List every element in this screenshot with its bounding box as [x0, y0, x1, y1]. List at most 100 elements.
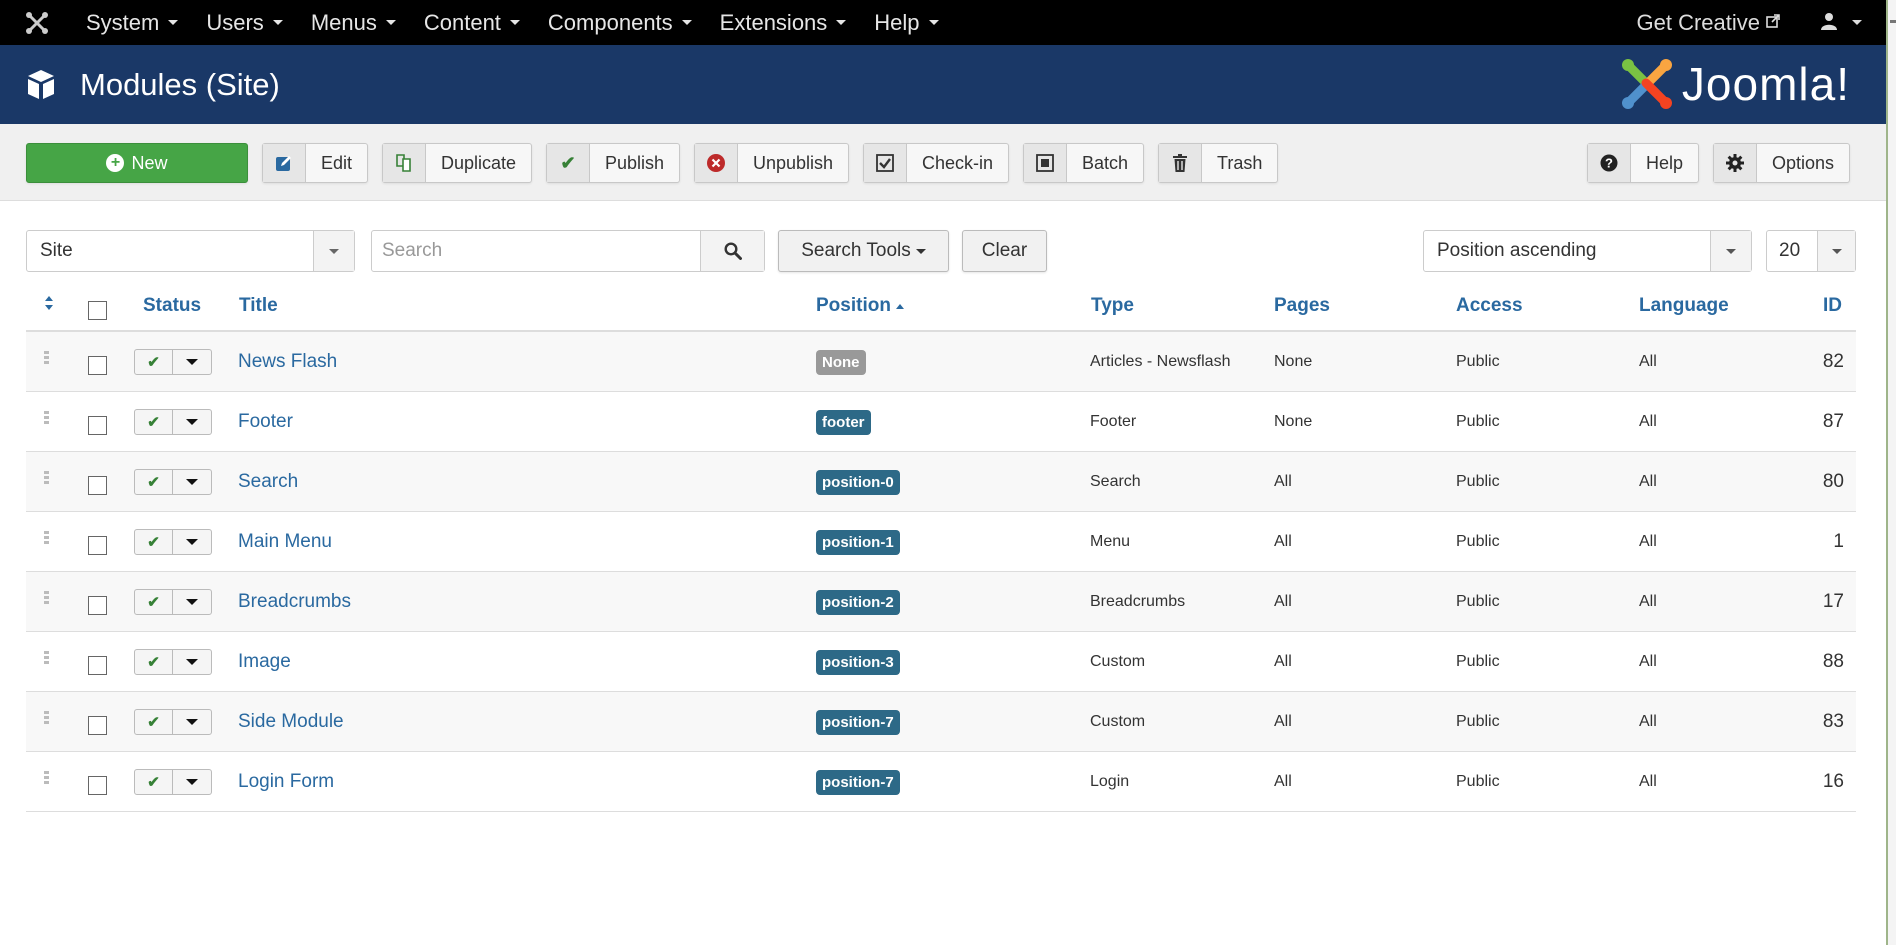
drag-handle[interactable] [44, 332, 50, 392]
nav-menu-extensions[interactable]: Extensions [720, 10, 847, 36]
checkbox-checked-icon [864, 144, 907, 182]
row-checkbox[interactable] [88, 752, 107, 812]
module-title-link[interactable]: Image [238, 651, 291, 673]
column-header-id[interactable]: ID [1823, 295, 1842, 317]
vertical-scrollbar[interactable] [1886, 0, 1896, 945]
nav-menu-system[interactable]: System [86, 10, 179, 36]
options-button[interactable]: Options [1713, 143, 1851, 183]
language-cell: All [1639, 353, 1657, 370]
published-check-icon[interactable]: ✔ [135, 410, 173, 434]
unpublish-button[interactable]: Unpublish [694, 143, 850, 183]
row-checkbox[interactable] [88, 392, 107, 452]
nav-menu-components[interactable]: Components [548, 10, 692, 36]
published-check-icon[interactable]: ✔ [135, 650, 173, 674]
user-menu[interactable] [1820, 10, 1862, 36]
column-header-status[interactable]: Status [143, 295, 201, 317]
actions-dropdown-toggle[interactable] [173, 470, 211, 494]
plus-circle-icon: + [106, 154, 125, 172]
module-title-link[interactable]: Main Menu [238, 531, 332, 553]
publish-button[interactable]: ✔ Publish [546, 143, 681, 183]
actions-dropdown-toggle[interactable] [173, 410, 211, 434]
column-header-language[interactable]: Language [1639, 295, 1729, 317]
published-check-icon[interactable]: ✔ [135, 350, 173, 374]
duplicate-label: Duplicate [441, 152, 517, 173]
row-checkbox[interactable] [88, 692, 107, 752]
language-cell: All [1639, 773, 1657, 790]
row-checkbox[interactable] [88, 632, 107, 692]
search-button[interactable] [700, 231, 764, 271]
clear-label: Clear [981, 240, 1028, 261]
pages-cell: None [1274, 413, 1313, 430]
batch-button[interactable]: Batch [1023, 143, 1145, 183]
row-checkbox[interactable] [88, 332, 107, 392]
nav-menu-content[interactable]: Content [424, 10, 520, 36]
drag-handle[interactable] [44, 392, 50, 452]
joomla-brand-logo: Joomla! [1618, 55, 1850, 113]
position-cell: None [816, 332, 866, 392]
column-header-position[interactable]: Position [816, 295, 904, 317]
joomla-logo-mark-icon [1621, 59, 1672, 109]
column-header-pages[interactable]: Pages [1274, 295, 1330, 317]
new-button[interactable]: + New [26, 143, 248, 183]
published-check-icon[interactable]: ✔ [135, 590, 173, 614]
module-title-link[interactable]: Search [238, 471, 298, 493]
module-title-link[interactable]: News Flash [238, 351, 337, 373]
position-badge: position-0 [816, 469, 900, 495]
scrollbar-thumb[interactable] [1890, 20, 1896, 23]
caret-down-icon [186, 659, 198, 665]
actions-dropdown-toggle[interactable] [173, 650, 211, 674]
column-header-title[interactable]: Title [239, 295, 278, 317]
drag-handle[interactable] [44, 572, 50, 632]
clear-button[interactable]: Clear [962, 230, 1047, 272]
edit-button[interactable]: Edit [262, 143, 369, 183]
ordering-select[interactable]: Position ascending [1423, 230, 1752, 272]
published-check-icon[interactable]: ✔ [135, 470, 173, 494]
module-title-link[interactable]: Footer [238, 411, 293, 433]
select-all-checkbox[interactable] [88, 295, 107, 320]
actions-dropdown-toggle[interactable] [173, 710, 211, 734]
nav-menu-help[interactable]: Help [874, 9, 939, 36]
drag-handle[interactable] [44, 512, 50, 572]
actions-dropdown-toggle[interactable] [173, 530, 211, 554]
edit-icon [263, 144, 306, 182]
actions-dropdown-toggle[interactable] [173, 590, 211, 614]
trash-button[interactable]: Trash [1158, 143, 1279, 183]
ordering-sort-icon[interactable] [44, 295, 54, 311]
published-check-icon[interactable]: ✔ [135, 530, 173, 554]
joomla-logo-icon[interactable] [24, 10, 62, 36]
get-creative-link[interactable]: Get Creative [1637, 10, 1781, 36]
search-tools-button[interactable]: Search Tools [778, 230, 949, 272]
status-toggle: ✔ [134, 632, 212, 692]
help-button[interactable]: ? Help [1587, 143, 1700, 183]
row-checkbox[interactable] [88, 452, 107, 512]
module-title-link[interactable]: Side Module [238, 711, 344, 733]
published-check-icon[interactable]: ✔ [135, 770, 173, 794]
drag-handle[interactable] [44, 452, 50, 512]
drag-handle[interactable] [44, 692, 50, 752]
published-check-icon[interactable]: ✔ [135, 710, 173, 734]
nav-menu-users[interactable]: Users [206, 10, 283, 36]
type-cell: Footer [1090, 413, 1137, 430]
module-title-link[interactable]: Login Form [238, 771, 334, 793]
status-toggle: ✔ [134, 512, 212, 572]
row-checkbox[interactable] [88, 572, 107, 632]
table-row: ✔ Breadcrumbs position-2 Breadcrumbs All Publ… [26, 572, 1856, 632]
trash-label: Trash [1217, 152, 1263, 173]
column-header-type[interactable]: Type [1091, 295, 1134, 317]
nav-menu-menus[interactable]: Menus [311, 10, 396, 36]
search-input[interactable] [372, 231, 700, 271]
drag-handle[interactable] [44, 632, 50, 692]
module-title-cell: Footer [238, 392, 293, 452]
actions-dropdown-toggle[interactable] [173, 350, 211, 374]
nav-label: Help [874, 9, 920, 35]
module-title-link[interactable]: Breadcrumbs [238, 591, 351, 613]
row-checkbox[interactable] [88, 512, 107, 572]
limit-select[interactable]: 20 [1766, 230, 1856, 272]
column-header-access[interactable]: Access [1456, 295, 1523, 317]
check-icon: ✔ [547, 144, 590, 182]
duplicate-button[interactable]: Duplicate [382, 143, 533, 183]
client-select[interactable]: Site [26, 230, 355, 272]
drag-handle[interactable] [44, 752, 50, 812]
checkin-button[interactable]: Check-in [863, 143, 1010, 183]
actions-dropdown-toggle[interactable] [173, 770, 211, 794]
